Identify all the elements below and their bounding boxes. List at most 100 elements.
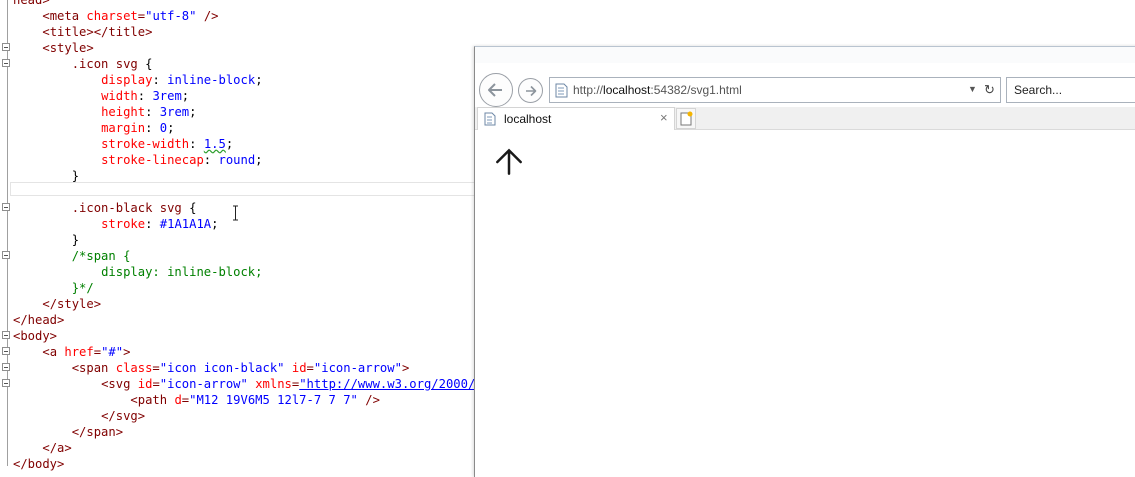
forward-button[interactable] xyxy=(518,78,543,103)
code-text: display: inline-block; xyxy=(13,264,263,280)
fold-toggle-icon[interactable] xyxy=(2,347,10,355)
code-token: display: inline-block; xyxy=(101,265,263,279)
url-text[interactable]: http://localhost:54382/svg1.html xyxy=(573,83,742,97)
code-token: </head> xyxy=(13,313,65,327)
fold-toggle-icon[interactable] xyxy=(2,251,10,259)
code-token: ; xyxy=(181,89,190,103)
code-token: stroke xyxy=(101,217,146,231)
search-placeholder: Search... xyxy=(1014,83,1063,97)
back-arrow-icon xyxy=(488,83,502,97)
code-token: : xyxy=(152,73,168,87)
arrow-link[interactable] xyxy=(489,142,529,182)
code-token: ; xyxy=(255,73,263,87)
code-token: stroke-linecap xyxy=(101,153,204,167)
arrow-up-icon xyxy=(496,148,522,175)
code-token: .icon svg xyxy=(71,57,146,71)
code-token: </svg> xyxy=(101,409,146,423)
fold-toggle-icon[interactable] xyxy=(2,203,10,211)
code-text: .icon-black svg { xyxy=(13,200,197,216)
code-text: </style> xyxy=(13,296,101,312)
code-token: }*/ xyxy=(71,281,94,295)
code-token: </style> xyxy=(42,297,102,311)
tab-localhost[interactable]: localhost × xyxy=(477,107,675,130)
code-token: stroke-width xyxy=(101,137,190,151)
code-token: : xyxy=(145,217,160,231)
code-text: <a href="#"> xyxy=(13,344,130,360)
code-token: "icon-arrow" xyxy=(159,377,248,391)
code-token: 3rem xyxy=(152,89,182,103)
search-input[interactable]: Search... xyxy=(1006,77,1135,103)
code-token: <path xyxy=(130,393,175,407)
editor-fold-gutter xyxy=(7,0,8,466)
fold-toggle-icon[interactable] xyxy=(2,331,10,339)
code-token: <title></title> xyxy=(42,25,153,39)
code-token: = xyxy=(137,9,146,23)
code-token: : xyxy=(145,121,160,135)
code-token: <style> xyxy=(42,41,94,55)
code-text: <title></title> xyxy=(13,24,152,40)
code-text: } xyxy=(13,232,79,248)
code-token: .icon-black svg xyxy=(71,201,190,215)
browser-window[interactable]: http://localhost:54382/svg1.html ▼ ↻ Sea… xyxy=(474,46,1135,477)
code-token: href xyxy=(64,345,94,359)
code-token: > xyxy=(401,361,410,375)
code-token: charset xyxy=(86,9,138,23)
code-token: ; xyxy=(167,121,175,135)
code-token: width xyxy=(101,89,138,103)
code-text: head> xyxy=(13,0,50,8)
code-text: </a> xyxy=(13,440,71,456)
code-text: <svg id="icon-arrow" xmlns="http://www.w… xyxy=(13,376,497,392)
page-icon xyxy=(484,112,496,126)
forward-arrow-icon xyxy=(525,85,536,96)
new-tab-button[interactable] xyxy=(676,108,696,129)
back-button[interactable] xyxy=(479,73,513,107)
code-token: #1A1A1A xyxy=(159,217,212,231)
code-text: width: 3rem; xyxy=(13,88,189,104)
tab-title: localhost xyxy=(504,112,552,126)
code-token: = xyxy=(152,361,160,375)
fold-toggle-icon[interactable] xyxy=(2,379,10,387)
code-token: /> xyxy=(196,9,219,23)
code-token: ; xyxy=(255,153,263,167)
code-text: </body> xyxy=(13,456,64,472)
code-token: display xyxy=(101,73,153,87)
code-token: = xyxy=(152,377,160,391)
address-dropdown-icon[interactable]: ▼ xyxy=(968,84,977,94)
refresh-icon[interactable]: ↻ xyxy=(984,82,995,98)
close-icon[interactable]: × xyxy=(660,110,668,125)
text-cursor-icon xyxy=(233,205,238,221)
address-bar[interactable]: http://localhost:54382/svg1.html ▼ ↻ xyxy=(549,77,1001,103)
new-tab-icon xyxy=(680,111,693,126)
browser-title-strip xyxy=(475,47,1135,63)
code-token: ; xyxy=(225,137,234,151)
code-token: { xyxy=(189,201,197,215)
code-token: <meta xyxy=(42,9,87,23)
code-token: d xyxy=(174,393,182,407)
fold-toggle-icon[interactable] xyxy=(2,59,10,67)
code-text: .icon svg { xyxy=(13,56,153,72)
code-token: } xyxy=(13,169,80,183)
fold-toggle-icon[interactable] xyxy=(2,43,10,51)
code-token: ; xyxy=(211,217,219,231)
code-token: class xyxy=(115,361,153,375)
code-token: <span xyxy=(71,361,116,375)
code-text: <span class="icon icon-black" id="icon-a… xyxy=(13,360,410,376)
fold-toggle-icon[interactable] xyxy=(2,363,10,371)
code-token: "icon icon-black" xyxy=(159,361,285,375)
code-token: <body> xyxy=(13,329,58,343)
